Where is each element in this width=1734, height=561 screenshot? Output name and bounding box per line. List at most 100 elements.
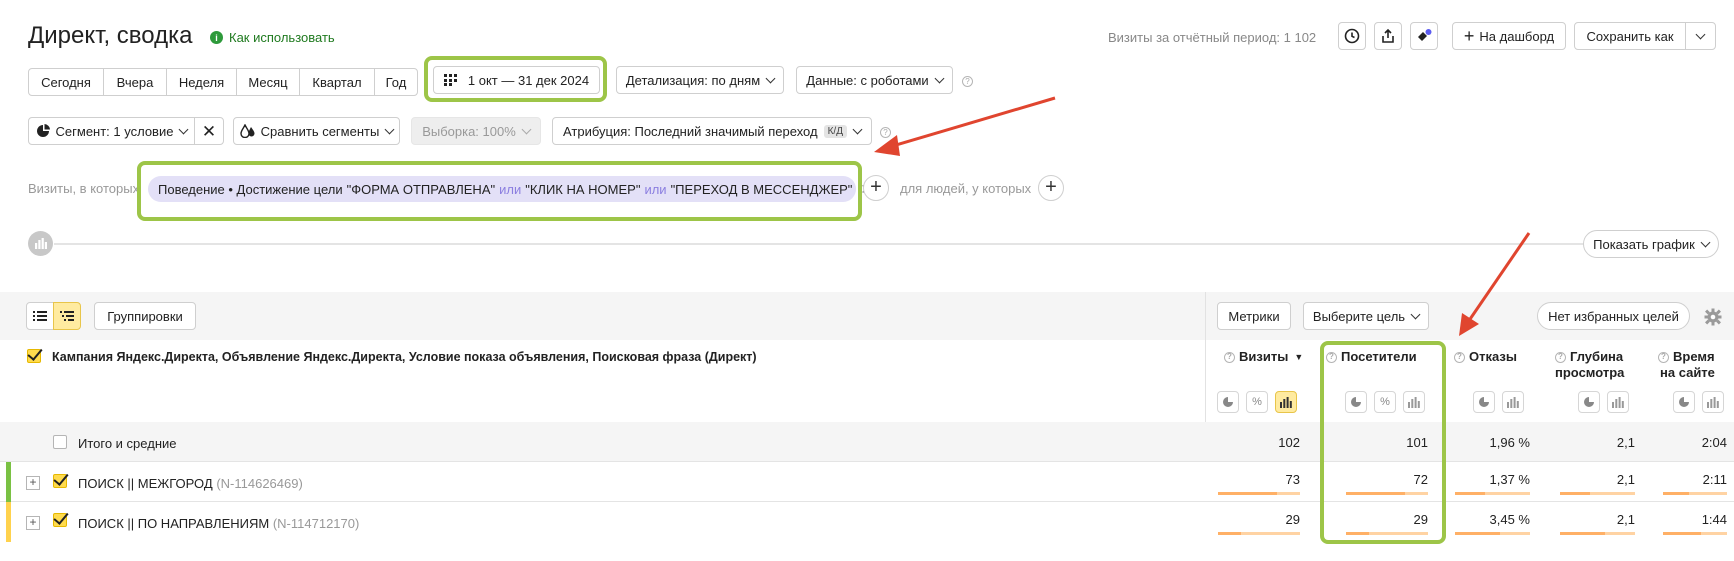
row-depth: 2,1 xyxy=(1616,512,1635,527)
goal-condition-chip[interactable]: Поведение • Достижение цели "ФОРМА ОТПРА… xyxy=(148,176,872,202)
time-pie-view-button[interactable] xyxy=(1673,391,1695,413)
column-depth-label-1: Глубина xyxy=(1570,349,1624,364)
dimensions-checkbox[interactable] xyxy=(27,349,41,363)
sort-desc-icon: ▼ xyxy=(1294,352,1304,362)
percent-icon: % xyxy=(1252,396,1262,408)
date-range-picker[interactable]: 1 окт — 31 дек 2024 xyxy=(433,66,600,94)
or-connector: или xyxy=(499,181,522,197)
visits-pie-view-button[interactable] xyxy=(1217,391,1239,413)
column-header-bounce[interactable]: ? Отказы xyxy=(1454,349,1517,365)
expand-row-button[interactable]: + xyxy=(26,476,40,490)
attribution-label: Атрибуция: Последний значимый переход xyxy=(563,123,818,139)
close-icon: ✕ xyxy=(201,121,217,141)
no-favorite-goals-button[interactable]: Нет избранных целей xyxy=(1537,302,1690,330)
goal-form-sent: "ФОРМА ОТПРАВЛЕНА" xyxy=(346,181,496,197)
save-as-button[interactable]: Сохранить как xyxy=(1574,22,1686,50)
visits-percent-view-button[interactable]: % xyxy=(1246,391,1268,413)
history-button[interactable] xyxy=(1338,22,1366,50)
period-year-label: Год xyxy=(385,74,407,90)
period-year-button[interactable]: Год xyxy=(374,68,418,96)
row-checkbox[interactable] xyxy=(53,474,67,488)
period-month-button[interactable]: Месяц xyxy=(236,68,300,96)
date-range-label: 1 окт — 31 дек 2024 xyxy=(467,72,590,88)
period-quarter-label: Квартал xyxy=(312,74,362,90)
detail-label: Детализация: по дням xyxy=(625,72,761,88)
segment-label: Сегмент: 1 условие xyxy=(55,123,174,139)
metrics-label: Метрики xyxy=(1228,308,1280,324)
compare-segments-dropdown[interactable]: Сравнить сегменты xyxy=(233,117,400,145)
save-as-dropdown-button[interactable] xyxy=(1685,22,1716,50)
gear-icon[interactable] xyxy=(1704,308,1722,326)
period-week-button[interactable]: Неделя xyxy=(166,68,237,96)
period-quarter-button[interactable]: Квартал xyxy=(299,68,375,96)
attribution-dropdown[interactable]: Атрибуция: Последний значимый переход К/… xyxy=(552,117,872,145)
choose-goal-dropdown[interactable]: Выберите цель xyxy=(1303,302,1429,330)
data-robots-dropdown[interactable]: Данные: с роботами xyxy=(796,66,953,94)
assistant-icon xyxy=(1418,29,1432,41)
ai-assistant-button[interactable] xyxy=(1410,22,1438,50)
how-to-use-link[interactable]: i Как использовать xyxy=(210,30,335,45)
totals-checkbox[interactable] xyxy=(53,435,67,449)
bar-chart-icon xyxy=(34,238,47,249)
help-icon[interactable]: ? xyxy=(1658,351,1669,363)
campaign-name: ПОИСК || МЕЖГОРОД xyxy=(78,476,213,491)
bar-chart-icon xyxy=(1280,396,1292,408)
column-header-time[interactable]: ? Время на сайте xyxy=(1658,349,1715,381)
visits-where-label: Визиты, в которых xyxy=(28,181,140,196)
column-header-depth[interactable]: ? Глубина просмотра xyxy=(1555,349,1624,381)
metrics-button[interactable]: Метрики xyxy=(1217,302,1291,330)
arrow-head-condition xyxy=(874,135,900,156)
segment-clear-button[interactable]: ✕ xyxy=(194,117,224,145)
share-bar-fill xyxy=(1560,532,1605,535)
add-people-condition-button[interactable]: + xyxy=(1038,175,1064,201)
chart-toggle-icon[interactable] xyxy=(28,231,53,256)
timeline-divider xyxy=(54,243,1584,245)
help-icon[interactable]: ? xyxy=(1555,351,1566,363)
add-visit-condition-button[interactable]: + xyxy=(863,175,889,201)
chevron-down-icon xyxy=(765,73,776,83)
to-dashboard-button[interactable]: + На дашборд xyxy=(1452,22,1566,50)
bounce-pie-view-button[interactable] xyxy=(1473,391,1495,413)
time-bar-view-button[interactable] xyxy=(1702,391,1724,413)
share-bar-fill xyxy=(1663,492,1689,495)
visits-bar-view-button[interactable] xyxy=(1275,391,1297,413)
chevron-down-icon xyxy=(1700,237,1711,247)
row-color-marker xyxy=(6,502,11,542)
show-chart-button[interactable]: Показать график xyxy=(1583,230,1719,258)
help-icon[interactable]: ? xyxy=(880,127,891,138)
pie-icon xyxy=(1679,397,1689,407)
column-bounce-label: Отказы xyxy=(1469,349,1517,364)
period-today-button[interactable]: Сегодня xyxy=(28,68,104,96)
row-checkbox[interactable] xyxy=(53,513,67,527)
view-list-button[interactable] xyxy=(26,302,54,330)
visits-period-total: Визиты за отчётный период: 1 102 xyxy=(1108,30,1317,45)
view-tree-button[interactable] xyxy=(53,302,81,330)
depth-bar-view-button[interactable] xyxy=(1607,391,1629,413)
bounce-bar-view-button[interactable] xyxy=(1502,391,1524,413)
table-toolbar xyxy=(0,292,1734,340)
pie-icon xyxy=(1223,397,1233,407)
help-icon[interactable]: ? xyxy=(1454,351,1465,363)
share-bar xyxy=(1218,532,1300,535)
depth-pie-view-button[interactable] xyxy=(1578,391,1600,413)
column-depth-label-2: просмотра xyxy=(1555,365,1625,380)
period-yesterday-button[interactable]: Вчера xyxy=(103,68,167,96)
column-time-label-1: Время xyxy=(1673,349,1715,364)
share-button[interactable] xyxy=(1374,22,1402,50)
column-header-visits[interactable]: ? Визиты ▼ xyxy=(1224,349,1303,365)
period-today-label: Сегодня xyxy=(41,74,91,90)
row-depth: 2,1 xyxy=(1616,472,1635,487)
help-icon[interactable]: ? xyxy=(962,76,973,87)
expand-row-button[interactable]: + xyxy=(26,516,40,530)
groupings-button[interactable]: Группировки xyxy=(94,302,196,330)
help-icon[interactable]: ? xyxy=(1224,351,1235,363)
segment-dropdown[interactable]: Сегмент: 1 условие xyxy=(28,117,195,145)
share-bar-fill xyxy=(1218,532,1241,535)
detail-dropdown[interactable]: Детализация: по дням xyxy=(616,66,784,94)
row-campaign-name: ПОИСК || ПО НАПРАВЛЕНИЯМ (N-114712170) xyxy=(78,516,359,531)
share-bar-fill xyxy=(1560,492,1590,495)
to-dashboard-label: На дашборд xyxy=(1479,28,1555,44)
calendar-grid-icon xyxy=(443,74,457,86)
bar-chart-icon xyxy=(1707,396,1719,408)
no-favorite-goals-label: Нет избранных целей xyxy=(1548,308,1679,324)
